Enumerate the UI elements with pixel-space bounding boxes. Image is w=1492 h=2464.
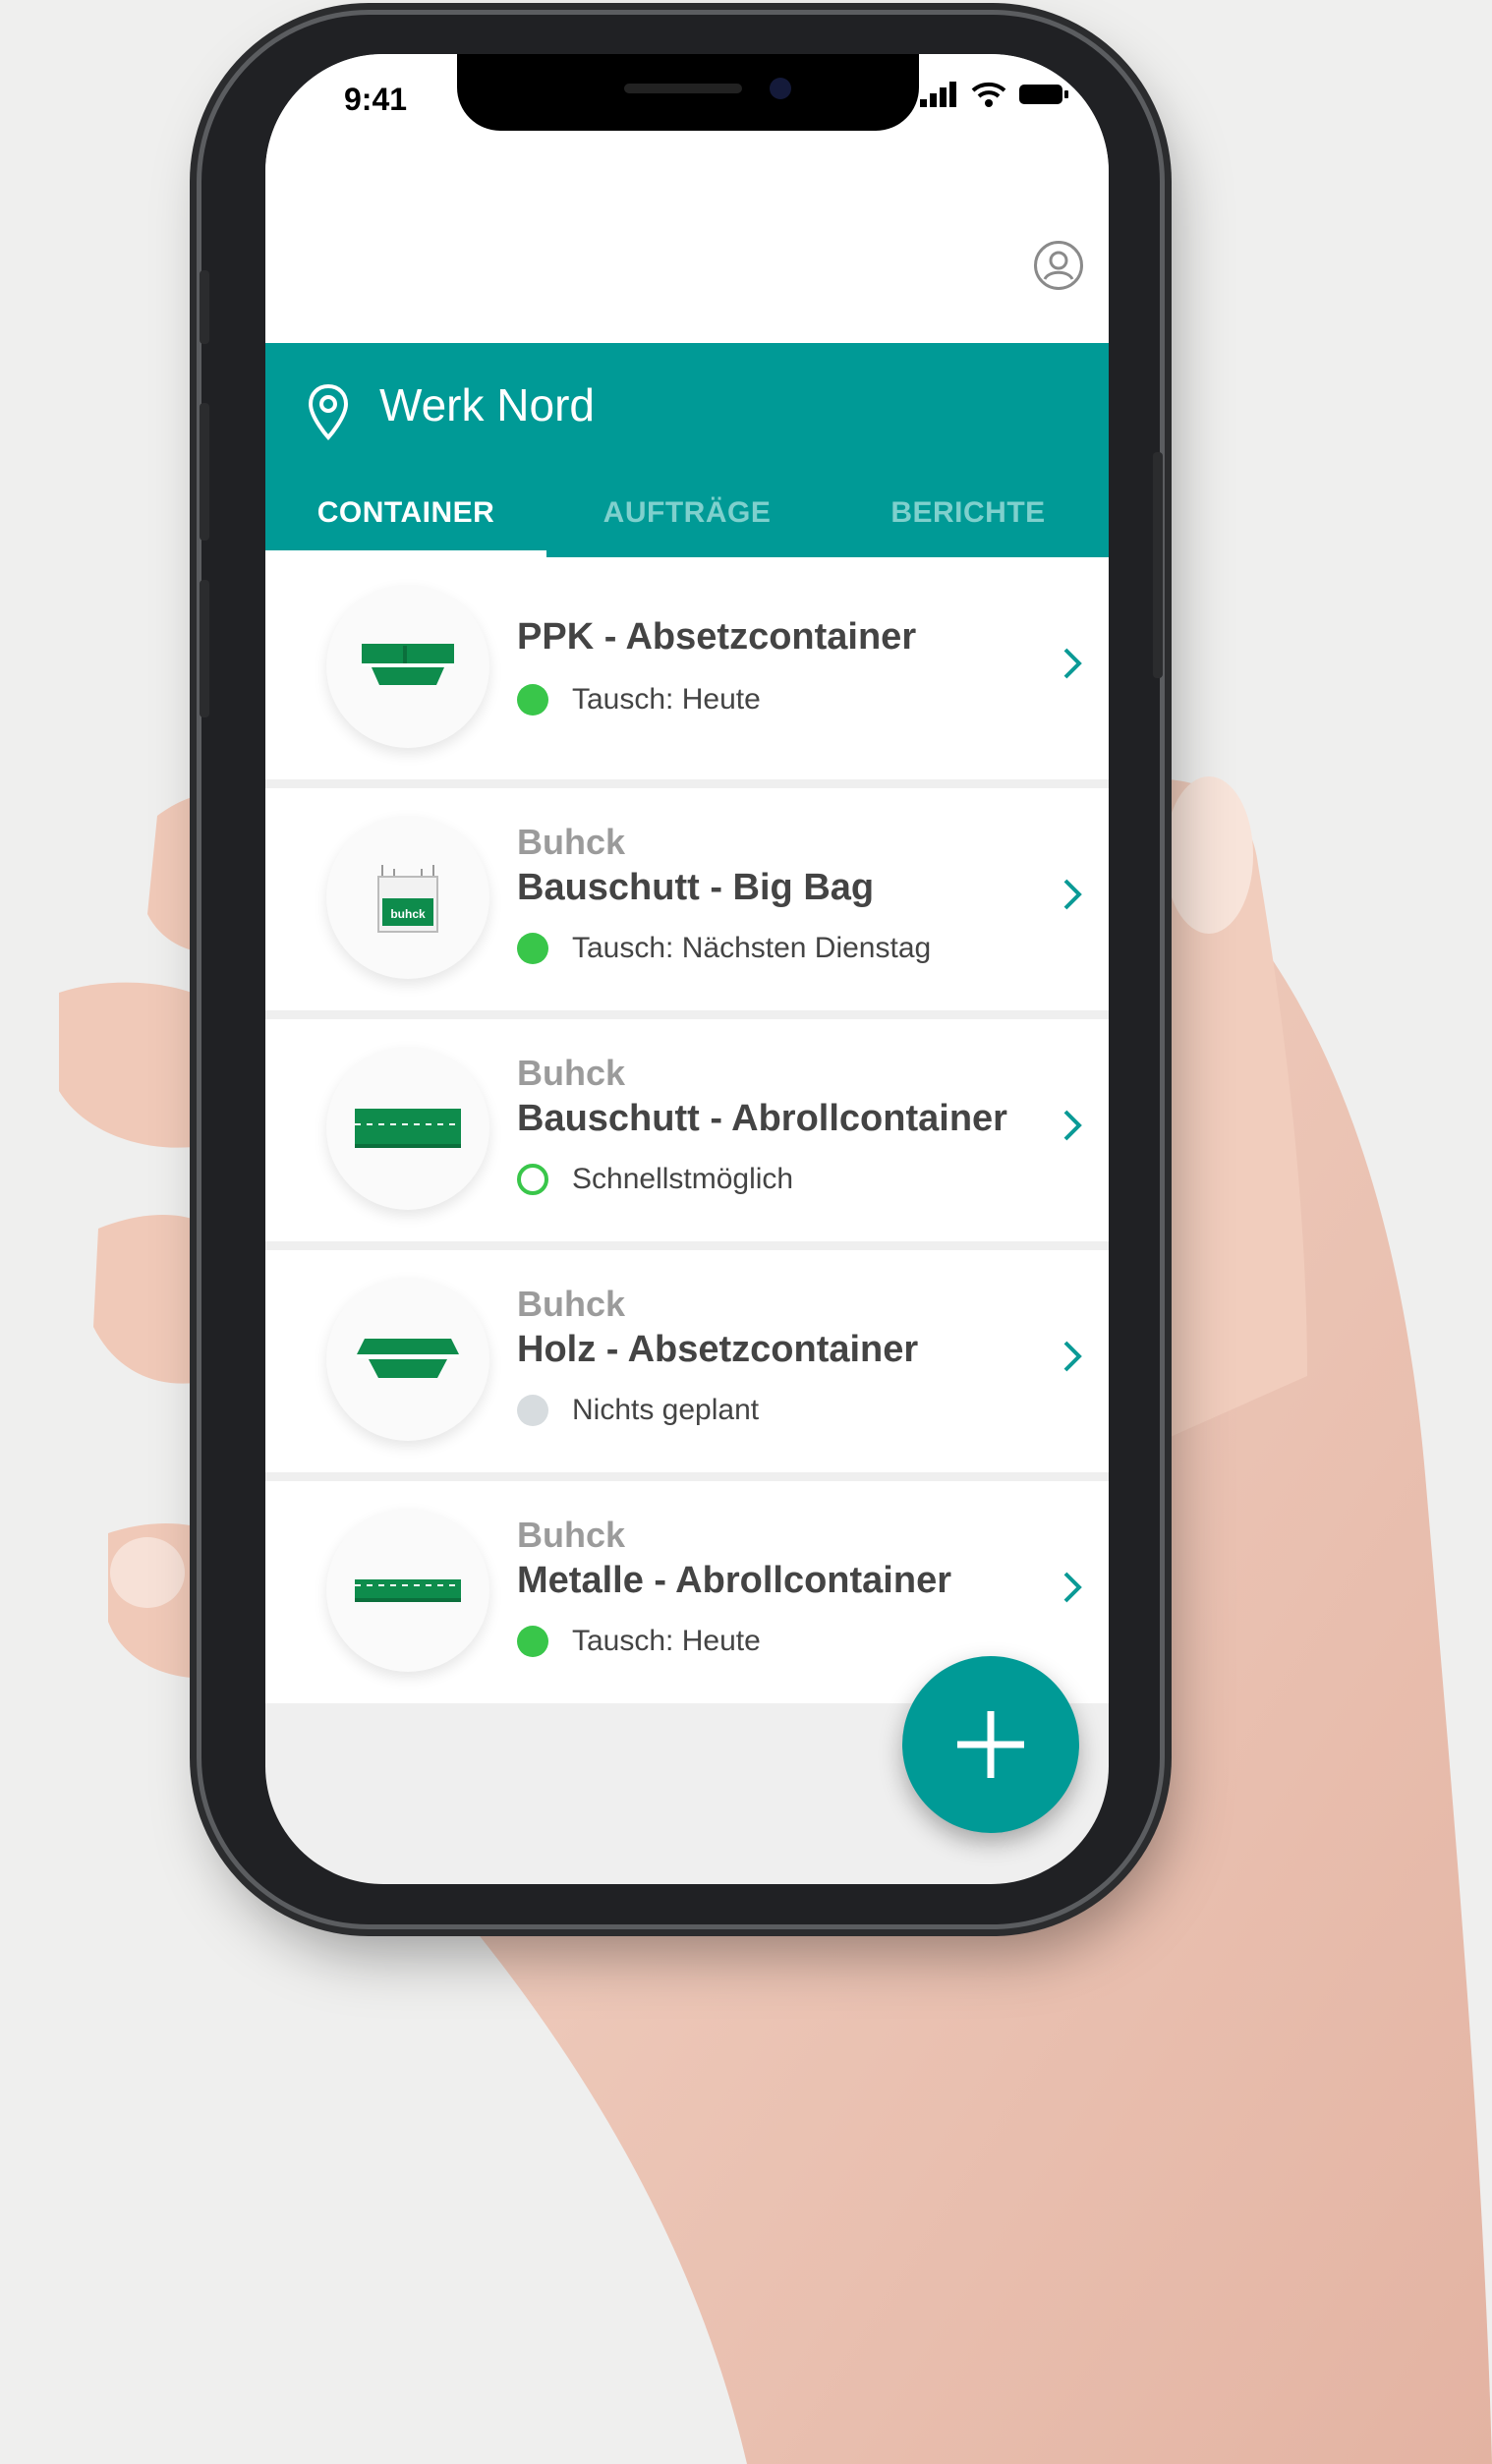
container-row[interactable]: Buhck Holz - Absetzcontainer Nichts gepl…: [265, 1250, 1109, 1472]
container-list: PPK - Absetzcontainer Tausch: Heute buhc…: [265, 557, 1109, 1712]
add-container-button[interactable]: [902, 1656, 1079, 1833]
container-thumbnail: [326, 1047, 489, 1210]
phone-volume-up: [200, 403, 209, 541]
big-bag-logo: buhck: [390, 907, 426, 921]
container-brand: Buhck: [517, 1284, 626, 1324]
tab-bar: CONTAINER AUFTRÄGE BERICHTE: [265, 469, 1109, 557]
container-title: PPK - Absetzcontainer: [517, 616, 917, 658]
battery-icon: [1019, 85, 1068, 104]
phone-notch: [457, 54, 919, 131]
container-thumbnail: [326, 1278, 489, 1441]
status-dot: [517, 933, 548, 964]
container-brand: Buhck: [517, 822, 626, 862]
chevron-right-icon[interactable]: [1056, 642, 1091, 685]
container-status: Tausch: Heute: [517, 683, 761, 716]
speaker-grille: [624, 84, 742, 93]
status-dot: [517, 684, 548, 716]
front-camera: [770, 78, 791, 99]
abrollcontainer-icon: [355, 1109, 461, 1148]
container-title: Bauschutt - Big Bag: [517, 867, 875, 908]
signal-icon: [920, 82, 956, 107]
system-icons: [920, 82, 1069, 107]
tab-berichte[interactable]: BERICHTE: [828, 469, 1109, 557]
container-row[interactable]: Buhck Bauschutt - Abrollcontainer Schnel…: [265, 1019, 1109, 1241]
status-dot: [517, 1395, 548, 1426]
wifi-icon: [971, 82, 1006, 107]
container-status: Nichts geplant: [517, 1394, 759, 1427]
container-status: Tausch: Nächsten Dienstag: [517, 932, 931, 965]
chevron-right-icon[interactable]: [1056, 1566, 1091, 1609]
location-pin-icon[interactable]: [307, 382, 350, 441]
phone-power-button: [1153, 452, 1163, 678]
location-name[interactable]: Werk Nord: [379, 378, 595, 431]
profile-button[interactable]: [1034, 241, 1083, 290]
container-thumbnail: [326, 1509, 489, 1672]
container-title: Bauschutt - Abrollcontainer: [517, 1098, 1007, 1139]
container-row[interactable]: buhck Buhck Bauschutt - Big Bag Tausch: …: [265, 788, 1109, 1010]
chevron-right-icon[interactable]: [1056, 1335, 1091, 1378]
container-brand: Buhck: [517, 1515, 626, 1555]
user-icon: [1043, 251, 1074, 280]
absetzcontainer-icon: [357, 1339, 459, 1378]
tab-container[interactable]: CONTAINER: [265, 469, 546, 557]
phone-volume-down: [200, 580, 209, 717]
container-row[interactable]: PPK - Absetzcontainer Tausch: Heute: [265, 557, 1109, 779]
top-bar: [265, 201, 1109, 343]
container-status: Schnellstmöglich: [517, 1163, 793, 1196]
plus-icon: [957, 1711, 1024, 1778]
status-text: Nichts geplant: [572, 1394, 760, 1426]
container-thumbnail: buhck: [326, 816, 489, 979]
tab-auftraege[interactable]: AUFTRÄGE: [546, 469, 828, 557]
absetzcontainer-icon: [362, 644, 454, 685]
container-status: Tausch: Heute: [517, 1625, 761, 1658]
status-text: Schnellstmöglich: [572, 1163, 794, 1195]
status-text: Tausch: Heute: [572, 1625, 761, 1657]
container-title: Holz - Absetzcontainer: [517, 1329, 919, 1370]
phone-side-button: [200, 270, 209, 344]
status-text: Tausch: Nächsten Dienstag: [572, 932, 932, 964]
chevron-right-icon[interactable]: [1056, 873, 1091, 916]
app-screen: 9:41 Werk Nord CONTAINER AUFTRÄGE BERICH…: [265, 54, 1109, 1884]
container-thumbnail: [326, 585, 489, 748]
status-text: Tausch: Heute: [572, 683, 761, 716]
chevron-right-icon[interactable]: [1056, 1104, 1091, 1147]
abrollcontainer-icon: [355, 1579, 461, 1602]
container-brand: Buhck: [517, 1053, 626, 1093]
location-header: Werk Nord CONTAINER AUFTRÄGE BERICHTE: [265, 343, 1109, 557]
big-bag-icon: buhck: [377, 865, 438, 933]
container-title: Metalle - Abrollcontainer: [517, 1560, 951, 1601]
status-dot: [517, 1164, 548, 1195]
status-time: 9:41: [344, 82, 408, 117]
status-dot: [517, 1626, 548, 1657]
